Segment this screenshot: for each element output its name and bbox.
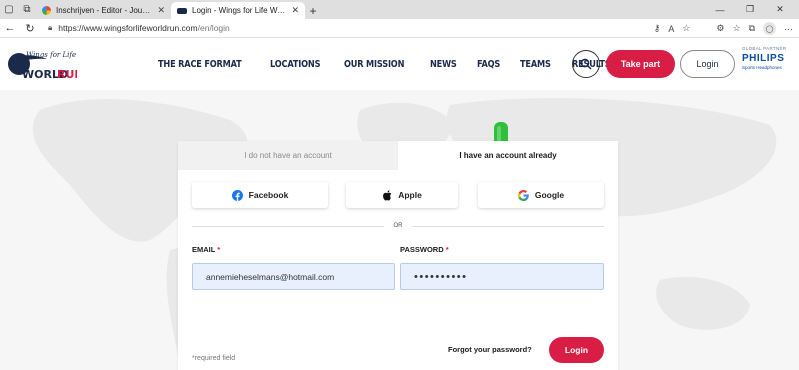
site-header: Wings for Life WORLD RUN THE RACE FORMAT… [0,38,799,90]
nav-locations[interactable]: LOCATIONS [270,59,321,70]
password-label: PASSWORD [400,245,444,254]
tab-title: Inschrijven - Editor - JouwWeb [56,6,152,15]
partner-logo[interactable]: GLOBAL PARTNER PHILIPS Sports Headphones [742,46,794,84]
facebook-icon [231,189,243,201]
nav-our-mission[interactable]: OUR MISSION [344,59,404,70]
main-nav: THE RACE FORMAT LOCATIONS OUR MISSION NE… [158,38,616,90]
lock-icon: 🔒︎ [48,23,53,32]
website: Wings for Life WORLD RUN THE RACE FORMAT… [0,38,799,370]
read-aloud-icon[interactable]: A [668,24,674,34]
tab-title: Login - Wings for Life World Run [192,6,287,15]
minimize-icon[interactable]: — [707,0,733,19]
apple-icon [383,189,392,201]
login-card: I do not have an account I have an accou… [178,141,618,370]
url-domain: https://www.wingsforlifeworldrun.com [58,23,198,33]
close-tab-icon[interactable]: ✕ [291,5,299,16]
address-bar-row: ← ↻ 🔒︎ https://www.wingsforlifeworldrun.… [0,19,799,38]
nav-faqs[interactable]: FAQS [477,59,500,70]
tab-no-account[interactable]: I do not have an account [178,141,398,170]
google-label: Google [534,190,565,200]
collections-icon[interactable]: ⧉ [749,23,755,34]
logo-text-top: Wings for Life [26,51,76,59]
restore-icon[interactable]: ❐ [737,0,763,19]
partner-sub: Sports Headphones [742,65,782,70]
window-menu-icon[interactable]: ▢ [0,0,18,19]
wings-favicon-icon [177,7,187,14]
nav-news[interactable]: NEWS [430,59,457,70]
required-star: * [445,245,449,254]
take-part-button[interactable]: Take part [606,50,675,78]
extensions-icon[interactable]: ⚙ [716,23,724,34]
browser-tab-strip: ▢ ⧉ Inschrijven - Editor - JouwWeb ✕ Log… [0,0,799,19]
new-tab-icon[interactable]: + [305,2,321,19]
apple-label: Apple [398,190,422,200]
world-run-logo[interactable]: Wings for Life WORLD RUN [7,45,77,83]
partner-brand: PHILIPS [742,53,785,64]
key-icon[interactable]: ⚷ [654,23,661,34]
required-field-note: *required field [192,355,236,362]
search-button[interactable] [572,50,600,78]
url-field[interactable]: 🔒︎ https://www.wingsforlifeworldrun.com/… [48,21,546,36]
or-label: OR [393,223,403,229]
profile-icon[interactable]: ◯ [763,22,776,35]
login-submit-button[interactable]: Login [549,337,604,363]
required-star: * [217,245,221,254]
logo-text-run: RUN [57,68,77,81]
more-icon[interactable]: ··· [784,24,793,34]
email-label-row: EMAIL * [192,245,220,254]
close-tab-icon[interactable]: ✕ [157,5,165,16]
tab-actions-icon[interactable]: ⧉ [18,0,36,19]
forgot-password-link[interactable]: Forgot your password? [448,345,532,354]
facebook-login-button[interactable]: Facebook [192,182,328,208]
google-icon [517,189,529,201]
email-label: EMAIL [192,245,216,254]
browser-tab-jouwweb[interactable]: Inschrijven - Editor - JouwWeb ✕ [36,2,171,19]
nav-teams[interactable]: TEAMS [520,59,551,70]
google-login-button[interactable]: Google [478,182,604,208]
or-divider: OR [192,221,604,231]
close-window-icon[interactable]: ✕ [767,0,793,19]
header-login-button[interactable]: Login [680,50,735,78]
back-icon[interactable]: ← [0,19,20,38]
password-field[interactable]: •••••••••• [400,263,604,290]
refresh-icon[interactable]: ↻ [20,19,40,38]
jouwweb-favicon-icon [42,6,51,15]
tab-have-account[interactable]: I have an account already [398,141,618,170]
url-path: /en/login [197,23,230,33]
search-icon [580,58,592,70]
email-field[interactable]: annemieheselmans@hotmail.com [192,263,395,290]
facebook-label: Facebook [248,190,289,200]
partner-label: GLOBAL PARTNER [742,46,787,51]
favorite-add-icon[interactable]: ☆ [682,23,690,34]
account-tabs: I do not have an account I have an accou… [178,141,618,170]
favorites-icon[interactable]: ☆ [732,23,740,34]
toolbar-icons: ⚷ A ☆ ⚙ ☆ ⧉ ◯ ··· [654,19,793,38]
nav-race-format[interactable]: THE RACE FORMAT [158,59,242,70]
password-label-row: PASSWORD * [400,245,449,254]
browser-tab-login[interactable]: Login - Wings for Life World Run ✕ [171,2,305,19]
apple-login-button[interactable]: Apple [346,182,458,208]
